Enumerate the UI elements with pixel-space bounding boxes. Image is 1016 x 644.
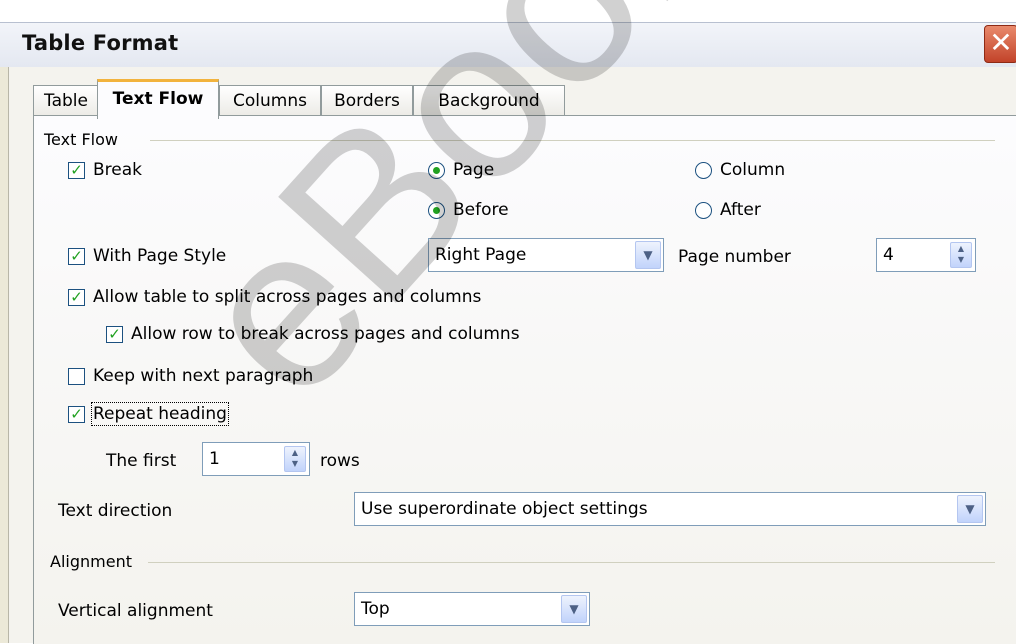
chevron-down-icon[interactable]: ▼ <box>561 595 587 623</box>
radio-selected-icon <box>428 161 445 179</box>
column-radio[interactable]: Column <box>695 160 785 180</box>
radio-selected-icon <box>428 201 445 219</box>
check-icon: ✓ <box>106 325 123 343</box>
after-radio[interactable]: After <box>695 200 761 220</box>
before-radio[interactable]: Before <box>428 200 509 220</box>
repeat-rows-value: 1 <box>209 449 220 469</box>
keep-next-checkbox[interactable]: Keep with next paragraph <box>68 366 313 386</box>
radio-unselected-icon <box>695 161 712 179</box>
text-direction-label: Text direction <box>58 501 173 521</box>
after-radio-label: After <box>720 200 761 220</box>
vertical-alignment-value: Top <box>361 599 390 619</box>
check-icon: ✓ <box>68 405 85 423</box>
keep-next-label: Keep with next paragraph <box>93 366 314 386</box>
tab-table[interactable]: Table <box>33 85 99 116</box>
vertical-alignment-dropdown[interactable]: Top ▼ <box>354 592 590 626</box>
chevron-down-icon[interactable]: ▼ <box>957 495 983 523</box>
tab-background[interactable]: Background <box>413 85 565 116</box>
dialog-frame: Table Text Flow Columns Borders Backgrou… <box>8 67 1016 644</box>
with-page-style-label: With Page Style <box>93 246 227 266</box>
repeat-heading-checkbox[interactable]: ✓ Repeat heading <box>68 402 229 426</box>
repeat-heading-label: Repeat heading <box>91 402 229 426</box>
window-title: Table Format <box>22 31 179 55</box>
rows-label: rows <box>320 451 360 471</box>
group-divider <box>148 562 995 563</box>
with-page-style-checkbox[interactable]: ✓ With Page Style <box>68 246 226 266</box>
allow-row-break-checkbox[interactable]: ✓ Allow row to break across pages and co… <box>106 324 520 344</box>
dialog-body: Table Text Flow Columns Borders Backgrou… <box>0 67 1016 644</box>
title-bar: Table Format ✕ <box>0 22 1016 67</box>
page-number-label: Page number <box>678 247 791 267</box>
checkbox-empty-icon <box>68 367 85 385</box>
check-icon: ✓ <box>68 247 85 265</box>
break-label: Break <box>93 160 142 180</box>
close-icon: ✕ <box>989 26 1013 59</box>
break-checkbox[interactable]: ✓ Break <box>68 160 142 180</box>
page-radio-label: Page <box>453 160 495 180</box>
text-flow-group-title: Text Flow <box>44 130 118 149</box>
tab-text-flow[interactable]: Text Flow <box>97 79 219 119</box>
page-number-spinner[interactable]: 4 ▲ ▼ <box>876 238 976 272</box>
page-style-dropdown[interactable]: Right Page ▼ <box>428 238 664 272</box>
tab-label: Borders <box>334 91 400 111</box>
close-button[interactable]: ✕ <box>984 25 1016 63</box>
allow-split-checkbox[interactable]: ✓ Allow table to split across pages and … <box>68 287 481 307</box>
text-direction-value: Use superordinate object settings <box>361 499 648 519</box>
page-radio[interactable]: Page <box>428 160 494 180</box>
the-first-label: The first <box>106 451 177 471</box>
tab-label: Text Flow <box>112 89 204 109</box>
allow-split-label: Allow table to split across pages and co… <box>93 287 482 307</box>
spinner-arrows-icon[interactable]: ▲ ▼ <box>284 446 306 472</box>
page-number-value: 4 <box>883 245 894 265</box>
page-style-value: Right Page <box>435 245 527 265</box>
allow-row-break-label: Allow row to break across pages and colu… <box>131 324 520 344</box>
alignment-group-title: Alignment <box>50 552 132 571</box>
text-direction-dropdown[interactable]: Use superordinate object settings ▼ <box>354 492 986 526</box>
repeat-rows-spinner[interactable]: 1 ▲ ▼ <box>202 442 310 476</box>
column-radio-label: Column <box>720 160 786 180</box>
check-icon: ✓ <box>68 161 85 179</box>
tab-label: Background <box>438 91 540 111</box>
chevron-down-icon[interactable]: ▼ <box>635 241 661 269</box>
radio-unselected-icon <box>695 201 712 219</box>
spinner-arrows-icon[interactable]: ▲ ▼ <box>950 242 972 268</box>
group-divider <box>150 140 995 141</box>
tab-borders[interactable]: Borders <box>321 85 413 116</box>
tab-columns[interactable]: Columns <box>219 85 321 116</box>
before-radio-label: Before <box>453 200 509 220</box>
tab-label: Columns <box>233 91 307 111</box>
text-flow-panel: Text Flow ✓ Break Page Column Before Aft… <box>33 115 1016 644</box>
tab-label: Table <box>44 91 88 111</box>
vertical-alignment-label: Vertical alignment <box>58 601 213 621</box>
check-icon: ✓ <box>68 288 85 306</box>
